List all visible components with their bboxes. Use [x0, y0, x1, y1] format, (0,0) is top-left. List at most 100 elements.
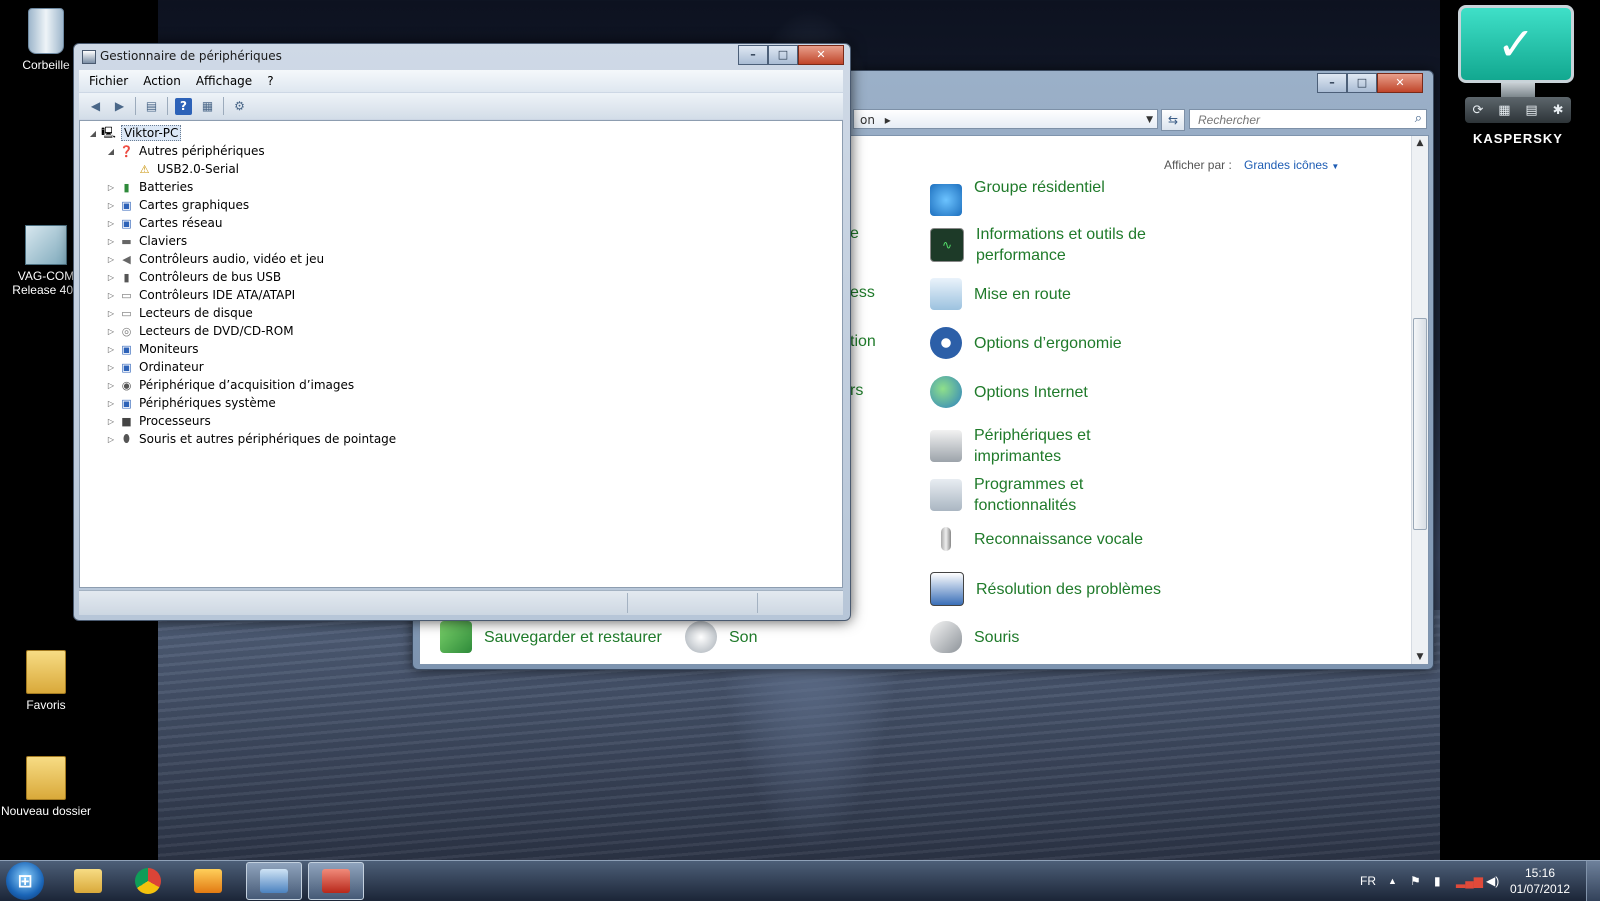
- tree-item-controleurs-usb[interactable]: ▷ ▮ Contrôleurs de bus USB: [106, 268, 281, 286]
- kaspersky-gadget[interactable]: ✓ ⟳ ▦ ▤ ✱ KASPERSKY: [1458, 5, 1578, 146]
- expand-arrow-icon[interactable]: ▷: [106, 291, 116, 300]
- cp-item-peripheriques-imprimantes[interactable]: Périphériques et imprimantes: [930, 425, 1104, 467]
- cp-item-reconnaissance-vocale[interactable]: Reconnaissance vocale: [930, 523, 1143, 555]
- cp-item-partial[interactable]: e: [850, 225, 859, 243]
- tree-item-cartes-reseau[interactable]: ▷ ▣ Cartes réseau: [106, 214, 223, 232]
- expand-arrow-icon[interactable]: ▷: [106, 255, 116, 264]
- tree-item-acquisition-images[interactable]: ▷ ◉ Périphérique d’acquisition d’images: [106, 376, 354, 394]
- expand-arrow-icon[interactable]: ▷: [106, 309, 116, 318]
- tree-item-batteries[interactable]: ▷ ▮ Batteries: [106, 178, 193, 196]
- view-by-dropdown[interactable]: Grandes icônes ▼: [1244, 158, 1339, 172]
- expand-arrow-icon[interactable]: ▷: [106, 273, 116, 282]
- cp-item-programmes-fonctionnalites[interactable]: Programmes et fonctionnalités: [930, 474, 1104, 516]
- tree-item-usb-serial[interactable]: ⚠ USB2.0-Serial: [134, 160, 239, 178]
- show-hidden-icons-icon[interactable]: ▲: [1388, 861, 1397, 901]
- cp-item-souris[interactable]: Souris: [930, 621, 1019, 653]
- taskbar-device-manager[interactable]: [308, 862, 364, 900]
- menu-affichage[interactable]: Affichage: [196, 74, 252, 88]
- expand-arrow-icon[interactable]: ▷: [106, 201, 116, 210]
- minimize-button[interactable]: –: [1317, 73, 1347, 93]
- cp-item-partial[interactable]: ess: [850, 284, 875, 302]
- desktop-icon-nouveau-dossier[interactable]: Nouveau dossier: [0, 756, 92, 818]
- cp-item-groupe-residentiel[interactable]: Groupe résidentiel: [930, 179, 1105, 216]
- expand-arrow-icon[interactable]: ▷: [106, 345, 116, 354]
- show-desktop-button[interactable]: [1586, 861, 1600, 901]
- expand-arrow-icon[interactable]: ▷: [106, 219, 116, 228]
- taskbar-explorer[interactable]: [60, 862, 116, 900]
- scan-hardware-icon[interactable]: ⚙: [231, 98, 248, 115]
- address-dropdown-icon[interactable]: ▼: [1146, 110, 1153, 130]
- back-arrow-icon[interactable]: ◀: [87, 98, 104, 115]
- cp-item-partial[interactable]: tion: [850, 333, 876, 351]
- expand-arrow-icon[interactable]: ▷: [106, 417, 116, 426]
- tree-item-lecteurs-dvd[interactable]: ▷ ◎ Lecteurs de DVD/CD-ROM: [106, 322, 294, 340]
- tree-item-moniteurs[interactable]: ▷ ▣ Moniteurs: [106, 340, 199, 358]
- update-icon[interactable]: ⟳: [1472, 103, 1483, 118]
- search-box[interactable]: ⌕: [1189, 109, 1427, 130]
- maximize-button[interactable]: □: [1347, 73, 1377, 93]
- console-tree-icon[interactable]: ▤: [143, 98, 160, 115]
- scroll-down-icon[interactable]: ▼: [1412, 652, 1428, 662]
- menu-fichier[interactable]: Fichier: [89, 74, 128, 88]
- tree-item-peripheriques-systeme[interactable]: ▷ ▣ Périphériques système: [106, 394, 276, 412]
- cp-item-performance[interactable]: ∿ Informations et outils de performance: [930, 224, 1166, 266]
- taskbar-chrome[interactable]: [120, 862, 176, 900]
- cp-item-options-ergonomie[interactable]: Options d’ergonomie: [930, 327, 1122, 359]
- settings-icon[interactable]: ✱: [1553, 103, 1564, 118]
- vertical-scrollbar[interactable]: ▲ ▼: [1411, 136, 1428, 664]
- network-signal-icon[interactable]: ▂▄▆: [1456, 861, 1483, 901]
- cp-item-son[interactable]: Son: [685, 621, 757, 653]
- properties-icon[interactable]: ▦: [199, 98, 216, 115]
- menu-action[interactable]: Action: [143, 74, 181, 88]
- refresh-button[interactable]: ⇆: [1161, 109, 1185, 131]
- tree-item-lecteurs-disque[interactable]: ▷ ▭ Lecteurs de disque: [106, 304, 253, 322]
- collapse-arrow-icon[interactable]: ◢: [88, 129, 98, 138]
- tree-item-controleurs-audio[interactable]: ▷ ◀ Contrôleurs audio, vidéo et jeu: [106, 250, 324, 268]
- close-button[interactable]: ✕: [1377, 73, 1423, 93]
- cp-item-mise-en-route[interactable]: Mise en route: [930, 278, 1071, 310]
- tree-item-autres-peripheriques[interactable]: ◢ ❓ Autres périphériques: [106, 142, 265, 160]
- action-center-flag-icon[interactable]: ⚑: [1410, 861, 1421, 901]
- maximize-button[interactable]: □: [768, 45, 798, 65]
- close-button[interactable]: ✕: [798, 45, 844, 65]
- volume-icon[interactable]: ◀): [1486, 861, 1499, 901]
- expand-arrow-icon[interactable]: ▷: [106, 327, 116, 336]
- menu-help[interactable]: ?: [267, 74, 273, 88]
- tree-item-souris[interactable]: ▷ ⬮ Souris et autres périphériques de po…: [106, 430, 396, 448]
- report-icon[interactable]: ▤: [1525, 103, 1537, 118]
- forward-arrow-icon[interactable]: ▶: [111, 98, 128, 115]
- cp-item-options-internet[interactable]: Options Internet: [930, 376, 1088, 408]
- calendar-icon[interactable]: ▦: [1498, 103, 1510, 118]
- tree-item-cartes-graphiques[interactable]: ▷ ▣ Cartes graphiques: [106, 196, 249, 214]
- expand-arrow-icon[interactable]: ▷: [106, 363, 116, 372]
- collapse-arrow-icon[interactable]: ◢: [106, 147, 116, 156]
- cp-item-partial[interactable]: rs: [850, 382, 863, 400]
- expand-arrow-icon[interactable]: ▷: [106, 399, 116, 408]
- expand-arrow-icon[interactable]: ▷: [106, 381, 116, 390]
- search-icon[interactable]: ⌕: [1415, 111, 1422, 126]
- tree-item-ordinateur[interactable]: ▷ ▣ Ordinateur: [106, 358, 204, 376]
- language-indicator[interactable]: FR: [1360, 861, 1376, 901]
- taskbar-control-panel[interactable]: [246, 862, 302, 900]
- address-bar[interactable]: on ▸ ▼: [853, 109, 1158, 129]
- cp-item-sauvegarder-restaurer[interactable]: Sauvegarder et restaurer: [440, 621, 662, 653]
- expand-arrow-icon[interactable]: ▷: [106, 237, 116, 246]
- expand-arrow-icon[interactable]: ▷: [106, 183, 116, 192]
- tree-root[interactable]: ◢ 🖳 Viktor-PC: [88, 124, 182, 142]
- desktop-icon-favoris[interactable]: Favoris: [0, 650, 92, 712]
- taskbar-media-player[interactable]: [180, 862, 236, 900]
- battery-icon[interactable]: ▮: [1434, 861, 1441, 901]
- search-input[interactable]: [1190, 110, 1400, 130]
- cp-item-resolution-problemes[interactable]: Résolution des problèmes: [930, 572, 1161, 606]
- tree-item-claviers[interactable]: ▷ ▬ Claviers: [106, 232, 187, 250]
- device-manager-window[interactable]: Gestionnaire de périphériques – □ ✕ Fich…: [73, 43, 851, 621]
- scroll-up-icon[interactable]: ▲: [1412, 138, 1428, 148]
- minimize-button[interactable]: –: [738, 45, 768, 65]
- scrollbar-thumb[interactable]: [1413, 318, 1427, 530]
- breadcrumb-arrow-icon[interactable]: ▸: [885, 113, 891, 127]
- help-icon[interactable]: ?: [175, 97, 192, 115]
- expand-arrow-icon[interactable]: ▷: [106, 435, 116, 444]
- start-button[interactable]: ⊞: [6, 862, 44, 900]
- tree-item-controleurs-ide[interactable]: ▷ ▭ Contrôleurs IDE ATA/ATAPI: [106, 286, 295, 304]
- tree-item-processeurs[interactable]: ▷ ■ Processeurs: [106, 412, 211, 430]
